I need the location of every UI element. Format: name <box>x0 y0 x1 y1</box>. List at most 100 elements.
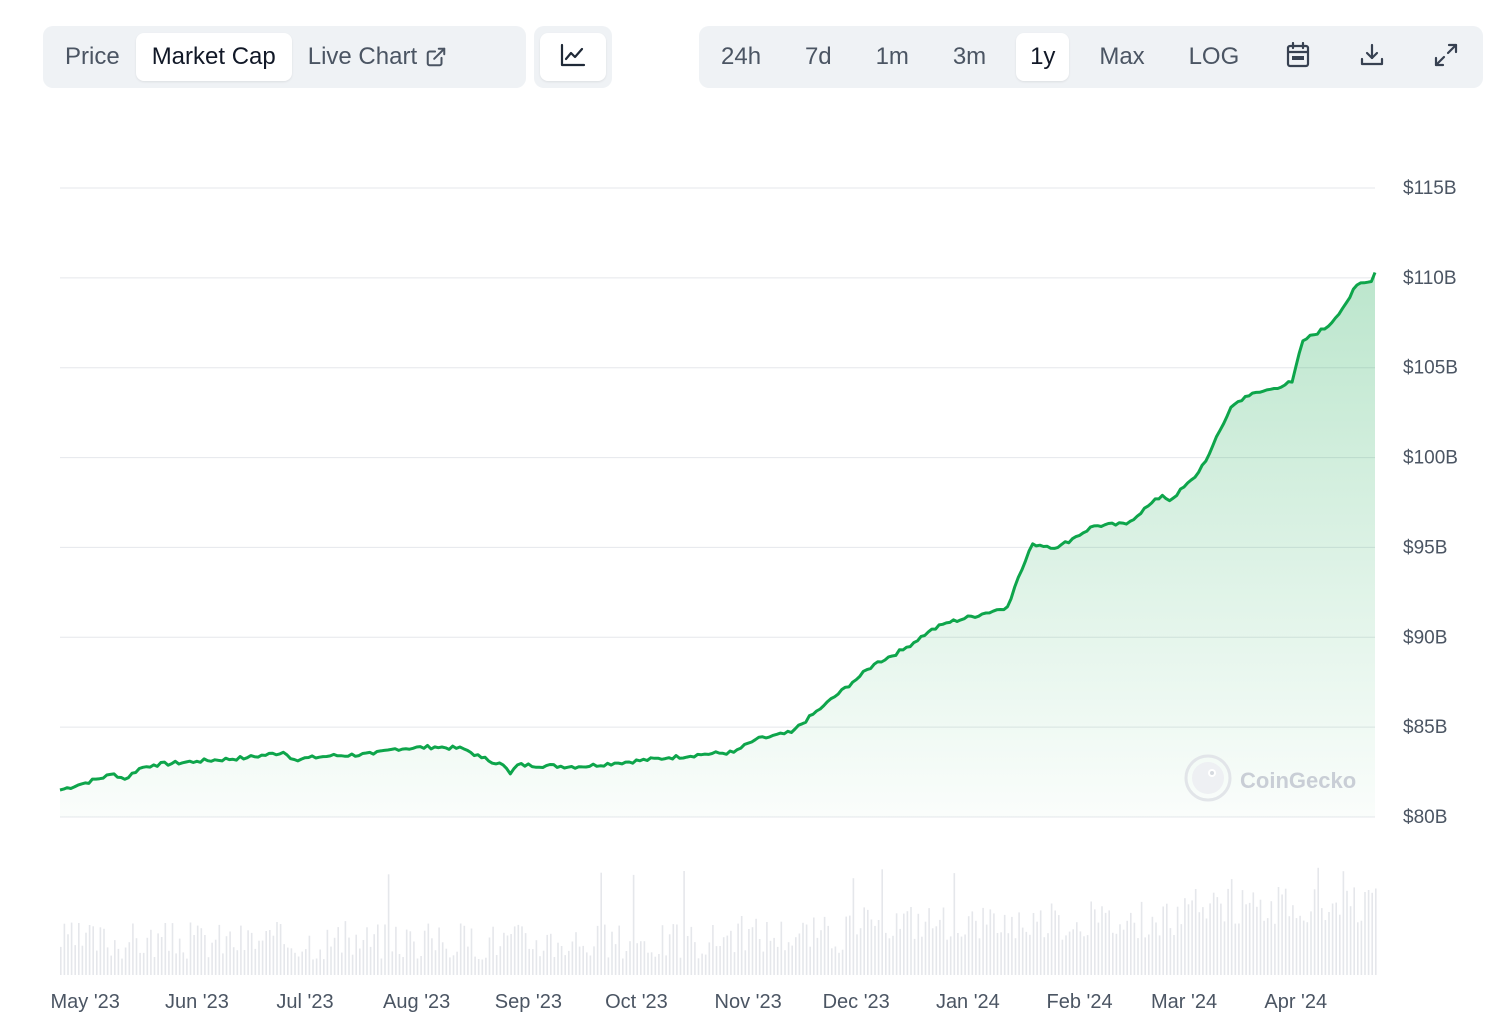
volume-bar <box>996 933 999 975</box>
volume-bar <box>849 915 851 975</box>
x-tick-label: Oct '23 <box>605 991 668 1013</box>
volume-bar <box>1137 938 1139 975</box>
volume-bar <box>269 930 271 975</box>
market-cap-chart[interactable]: $115B $110B $105B $100B $95B $90B $85B $80B May… <box>0 0 1492 1018</box>
volume-bar <box>359 948 361 975</box>
y-tick-label: $115B <box>1403 178 1457 199</box>
x-tick-label: Dec '23 <box>823 991 890 1013</box>
volume-bar <box>1292 905 1294 975</box>
volume-bar <box>272 935 275 975</box>
volume-bar <box>214 939 217 975</box>
volume-bar <box>1140 901 1143 975</box>
volume-bar <box>391 951 394 975</box>
volume-bar <box>1094 909 1096 975</box>
volume-bar <box>492 926 494 975</box>
volume-bar <box>265 931 267 975</box>
volume-bar <box>369 946 372 975</box>
volume-bar <box>351 954 354 975</box>
volume-bar <box>416 958 419 975</box>
volume-bar <box>81 945 84 975</box>
volume-bar <box>578 946 581 975</box>
volume-bar <box>784 950 786 975</box>
volume-bar <box>845 916 847 975</box>
volume-bar <box>676 924 678 975</box>
volume-bar <box>1007 933 1010 975</box>
volume-bar <box>153 957 156 975</box>
volume-bar <box>993 913 995 975</box>
volume-bar <box>279 924 282 975</box>
volume-bar <box>258 940 260 975</box>
volume-bar <box>186 958 188 975</box>
volume-bar <box>225 936 228 975</box>
volume-bar <box>92 926 94 975</box>
volume-bar <box>1209 903 1211 975</box>
volume-bar <box>661 925 664 975</box>
x-tick-label: Sep '23 <box>495 991 562 1013</box>
volume-bar <box>521 926 523 975</box>
volume-bar <box>672 924 675 975</box>
volume-bar <box>921 936 923 975</box>
volume-bar <box>1018 912 1020 975</box>
volume-bar <box>737 923 739 975</box>
x-tick-label: Feb '24 <box>1047 991 1113 1013</box>
volume-bar <box>802 922 804 975</box>
volume-bar <box>1151 916 1154 975</box>
volume-bar <box>423 930 426 975</box>
volume-bar <box>600 872 602 975</box>
volume-bar <box>632 874 635 975</box>
volume-bar <box>193 935 195 975</box>
volume-bar <box>305 949 307 975</box>
volume-bar <box>189 922 192 975</box>
volume-bar <box>308 935 311 975</box>
volume-bar <box>1274 923 1276 975</box>
volume-bar <box>704 954 707 975</box>
volume-bar <box>798 933 801 975</box>
volume-bar <box>222 953 224 975</box>
volume-bar <box>1047 933 1049 975</box>
volume-bar <box>791 945 793 975</box>
volume-bar <box>1364 892 1366 975</box>
volume-bar <box>596 925 599 975</box>
volume-bar <box>881 869 883 975</box>
volume-bar <box>773 937 775 975</box>
volume-bar <box>726 935 729 975</box>
volume-bar <box>762 951 765 975</box>
volume-bar <box>456 951 458 975</box>
volume-bar <box>1076 922 1078 975</box>
volume-bar <box>985 924 988 975</box>
volume-bar <box>121 958 123 975</box>
volume-bar <box>1220 903 1222 975</box>
volume-bar <box>1119 924 1121 975</box>
volume-bar <box>470 928 473 975</box>
volume-bar <box>542 950 545 975</box>
volume-bar <box>294 952 296 975</box>
volume-bar <box>1162 906 1164 975</box>
volume-bar <box>315 958 318 975</box>
volume-bar <box>694 942 696 975</box>
volume-bar <box>614 944 617 975</box>
volume-bar <box>755 918 757 975</box>
volume-bar <box>1252 892 1255 975</box>
volume-bar <box>1086 935 1089 975</box>
volume-bar <box>1112 932 1114 975</box>
volume-bar <box>1371 892 1373 975</box>
volume-bar <box>160 937 163 975</box>
volume-bar <box>384 924 386 975</box>
volume-bar <box>715 946 718 975</box>
volume-bar <box>1000 932 1002 975</box>
market-cap-area <box>60 272 1375 817</box>
volume-bar <box>85 932 87 975</box>
volume-bar <box>838 952 840 975</box>
volume-bar <box>852 878 855 975</box>
volume-bar <box>885 932 887 975</box>
volume-bar <box>658 954 660 975</box>
volume-bar <box>722 937 725 975</box>
volume-bar <box>1202 907 1204 975</box>
volume-bar <box>477 959 480 975</box>
volume-bar <box>1241 890 1244 975</box>
volume-bar <box>402 957 404 975</box>
volume-bar <box>582 945 584 975</box>
volume-bar <box>1212 892 1215 975</box>
volume-bar <box>74 945 76 975</box>
volume-bar <box>395 926 397 975</box>
